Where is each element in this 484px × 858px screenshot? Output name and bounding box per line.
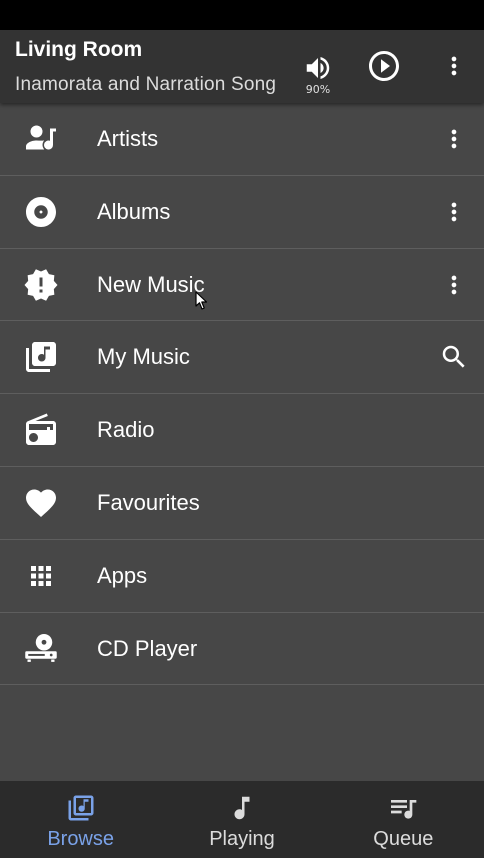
browse-list: Artists Albums New Music My Music Radio … bbox=[0, 103, 484, 686]
browse-item-radio[interactable]: Radio bbox=[0, 394, 484, 467]
more-vert-icon bbox=[451, 202, 457, 222]
browse-item-label: Apps bbox=[97, 562, 148, 588]
browse-item-my-music[interactable]: My Music bbox=[0, 321, 484, 395]
toolbar-menu-button[interactable] bbox=[434, 44, 474, 88]
browse-item-label: Radio bbox=[97, 417, 155, 443]
browse-item-artists[interactable]: Artists bbox=[0, 103, 484, 176]
browse-item-label: Artists bbox=[97, 126, 159, 151]
nav-label: Queue bbox=[373, 828, 434, 850]
player-title[interactable]: Living Room bbox=[15, 38, 142, 62]
nav-label: Playing bbox=[209, 828, 275, 850]
library-music-icon bbox=[23, 339, 59, 375]
music-note-icon bbox=[225, 791, 259, 825]
browse-item-label: New Music bbox=[97, 271, 205, 297]
artists-menu-button[interactable] bbox=[434, 119, 474, 159]
nav-browse[interactable]: Browse bbox=[0, 781, 161, 858]
heart-icon bbox=[23, 485, 59, 521]
radio-icon bbox=[23, 412, 59, 448]
browse-item-label: Albums bbox=[97, 198, 171, 224]
album-disc-icon bbox=[23, 194, 59, 230]
cd-player-icon bbox=[23, 631, 59, 667]
volume-up-icon bbox=[306, 57, 330, 79]
nav-queue[interactable]: Queue bbox=[323, 781, 484, 858]
browse-item-cd-player[interactable]: CD Player bbox=[0, 613, 484, 686]
albums-menu-button[interactable] bbox=[434, 192, 474, 232]
play-circle-icon bbox=[369, 51, 399, 81]
more-vert-icon bbox=[451, 56, 457, 76]
apps-grid-icon bbox=[23, 558, 59, 594]
play-button[interactable] bbox=[362, 44, 406, 88]
status-bar bbox=[0, 0, 484, 30]
nav-playing[interactable]: Playing bbox=[161, 781, 322, 858]
app-root: Living Room Inamorata and Narration Song… bbox=[0, 0, 484, 858]
new-releases-icon bbox=[23, 267, 59, 303]
volume-level: 90% bbox=[305, 83, 331, 96]
library-music-icon bbox=[64, 791, 98, 825]
browse-item-label: Favourites bbox=[97, 489, 200, 515]
more-vert-icon bbox=[451, 129, 457, 149]
now-playing-subtitle[interactable]: Inamorata and Narration Song bbox=[15, 74, 280, 96]
browse-item-new-music[interactable]: New Music bbox=[0, 249, 484, 322]
browse-item-apps[interactable]: Apps bbox=[0, 540, 484, 613]
mouse-cursor-icon bbox=[195, 291, 208, 310]
nav-label: Browse bbox=[47, 828, 115, 850]
player-toolbar: Living Room Inamorata and Narration Song… bbox=[0, 30, 484, 103]
my-music-search-button[interactable] bbox=[434, 337, 474, 377]
queue-music-icon bbox=[386, 791, 420, 825]
volume-button[interactable] bbox=[296, 48, 340, 88]
browse-item-favourites[interactable]: Favourites bbox=[0, 467, 484, 540]
new-music-menu-button[interactable] bbox=[434, 265, 474, 305]
browse-item-label: My Music bbox=[97, 344, 190, 370]
search-icon bbox=[442, 346, 465, 369]
browse-item-albums[interactable]: Albums bbox=[0, 176, 484, 249]
browse-item-label: CD Player bbox=[97, 635, 198, 661]
bottom-navigation: Browse Playing Queue bbox=[0, 781, 484, 858]
more-vert-icon bbox=[451, 275, 457, 294]
artist-icon bbox=[23, 121, 59, 157]
